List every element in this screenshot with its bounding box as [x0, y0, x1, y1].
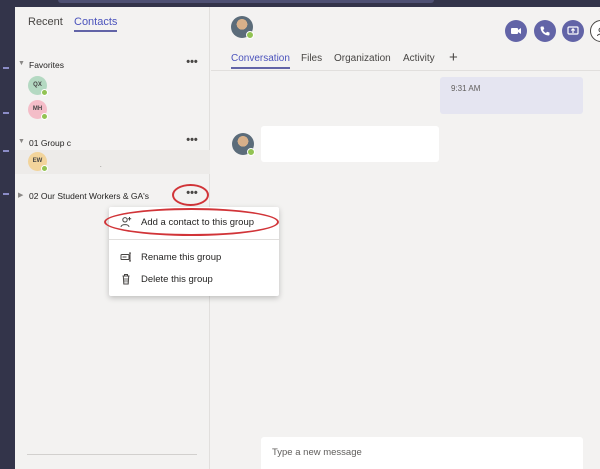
message-timestamp: 9:31 AM	[451, 84, 481, 93]
rail-item-teams[interactable]	[3, 112, 9, 114]
video-call-button[interactable]	[505, 20, 527, 42]
chevron-down-icon: ▼	[18, 60, 25, 67]
contact-item[interactable]: QX	[15, 74, 210, 98]
message-bubble-incoming	[261, 126, 439, 162]
chevron-right-icon: ▶	[18, 192, 24, 199]
add-tab-button[interactable]: +	[449, 49, 458, 66]
rail-item-chat[interactable]	[3, 67, 9, 69]
message-bubble-outgoing: 9:31 AM	[440, 77, 583, 114]
teams-window: Recent Contacts ▼ Favorites ••• QX MH ▼ …	[0, 0, 600, 469]
more-options-button[interactable]: •••	[183, 56, 201, 70]
presence-available-icon	[41, 113, 48, 120]
contact-item[interactable]: MH	[15, 98, 210, 122]
presence-available-icon	[41, 89, 48, 96]
contact-name-redacted: .	[100, 163, 102, 169]
add-people-icon	[597, 27, 600, 37]
presence-available-icon	[246, 31, 254, 39]
tab-activity[interactable]: Activity	[403, 53, 435, 64]
trash-icon	[122, 274, 130, 285]
tab-organization[interactable]: Organization	[334, 53, 391, 64]
presence-available-icon	[41, 165, 48, 172]
menu-item-label: Rename this group	[141, 252, 222, 263]
compose-placeholder: Type a new message	[272, 447, 362, 458]
title-bar	[0, 0, 600, 7]
sidebar-tabs: Recent Contacts	[15, 7, 210, 39]
video-call-icon	[511, 28, 521, 34]
group-label: Favorites	[29, 60, 64, 70]
chevron-down-icon: ▼	[18, 138, 25, 145]
tab-files[interactable]: Files	[301, 53, 322, 64]
annotation-circle	[172, 184, 209, 206]
compose-box[interactable]: Type a new message	[261, 437, 583, 469]
rail-item-calendar[interactable]	[3, 150, 9, 152]
presence-available-icon	[247, 148, 255, 156]
more-options-button[interactable]: •••	[183, 134, 201, 148]
avatar[interactable]	[232, 133, 255, 156]
add-people-button[interactable]	[590, 20, 600, 42]
menu-item-label: Delete this group	[141, 274, 213, 285]
menu-divider	[109, 239, 279, 240]
screen-share-button[interactable]	[562, 20, 584, 42]
group-label: 01 Group c	[29, 138, 72, 148]
group-favorites[interactable]: ▼ Favorites •••	[15, 56, 210, 75]
app-rail	[0, 7, 15, 469]
rename-icon	[120, 252, 131, 262]
audio-call-icon	[540, 26, 550, 36]
annotation-oval	[104, 208, 279, 236]
rail-item-files[interactable]	[3, 193, 9, 195]
tab-recent[interactable]: Recent	[28, 16, 63, 28]
contact-item[interactable]: EW .	[15, 150, 210, 174]
tab-conversation[interactable]: Conversation	[231, 53, 290, 69]
menu-item-rename-group[interactable]: Rename this group	[109, 247, 279, 269]
chat-header: Conversation Files Organization Activity…	[211, 7, 600, 71]
menu-item-delete-group[interactable]: Delete this group	[109, 269, 279, 291]
search-bar[interactable]	[58, 0, 434, 3]
audio-call-button[interactable]	[534, 20, 556, 42]
tab-contacts[interactable]: Contacts	[74, 16, 118, 32]
divider	[27, 454, 197, 455]
group-label: 02 Our Student Workers & GA's	[29, 191, 150, 201]
screen-share-icon	[567, 26, 579, 35]
avatar[interactable]	[231, 16, 254, 39]
